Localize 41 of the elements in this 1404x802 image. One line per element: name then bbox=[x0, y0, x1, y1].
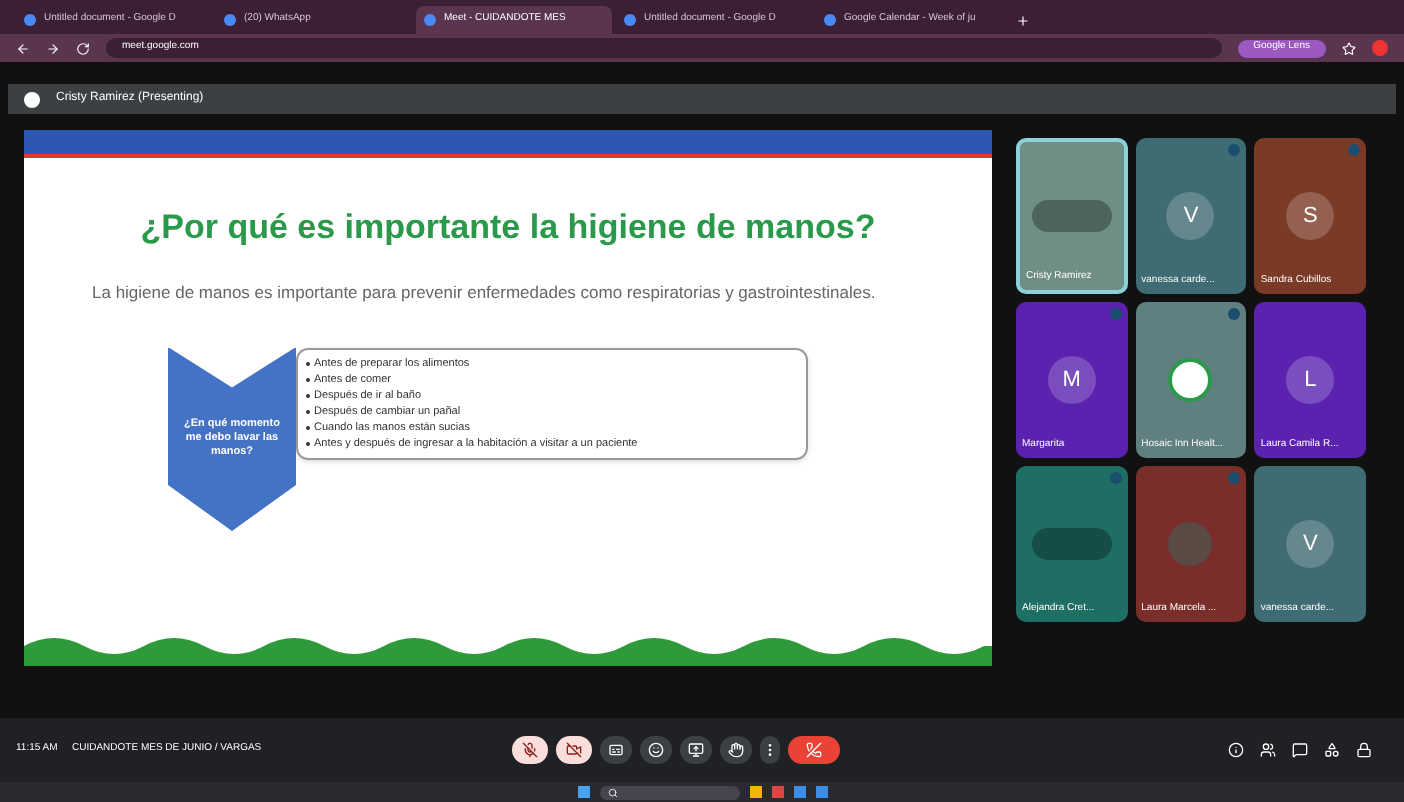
camera-button[interactable] bbox=[556, 736, 592, 764]
start-icon[interactable] bbox=[577, 786, 589, 798]
captions-button[interactable] bbox=[600, 736, 632, 764]
smiley-icon bbox=[648, 742, 664, 758]
avatar-image-placeholder bbox=[1031, 200, 1112, 232]
hand-icon bbox=[728, 742, 744, 758]
avatar-image-placeholder bbox=[1031, 528, 1112, 560]
reload-icon[interactable] bbox=[76, 41, 90, 55]
mic-off-icon bbox=[522, 742, 538, 758]
tab-favicon-icon bbox=[424, 14, 436, 26]
raise-hand-button[interactable] bbox=[720, 736, 752, 764]
presenting-icon bbox=[24, 91, 40, 107]
host-controls-icon[interactable] bbox=[1356, 742, 1372, 758]
photo-placeholder bbox=[1168, 522, 1213, 566]
tab-favicon-icon bbox=[224, 14, 236, 26]
new-tab-icon[interactable] bbox=[1016, 14, 1030, 28]
activities-icon[interactable] bbox=[1324, 742, 1340, 758]
camera-off-icon bbox=[566, 742, 582, 758]
tab-favicon-icon bbox=[624, 14, 636, 26]
tab-favicon-icon bbox=[24, 14, 36, 26]
more-options-button[interactable] bbox=[760, 736, 780, 764]
present-screen-icon bbox=[688, 742, 704, 758]
logo-avatar-icon bbox=[1168, 358, 1213, 402]
slide-title: ¿Por qué es importante la higiene de manos? bbox=[138, 206, 878, 250]
leave-call-button[interactable] bbox=[788, 736, 840, 764]
emoji-button[interactable] bbox=[640, 736, 672, 764]
hang-up-icon bbox=[806, 742, 822, 758]
chat-icon[interactable] bbox=[1292, 742, 1308, 758]
captions-icon bbox=[608, 742, 624, 758]
profile-avatar-icon[interactable] bbox=[1372, 40, 1388, 56]
people-icon[interactable] bbox=[1260, 742, 1276, 758]
mic-button[interactable] bbox=[512, 736, 548, 764]
taskbar-search-field[interactable] bbox=[599, 785, 739, 799]
tab-favicon-icon bbox=[824, 14, 836, 26]
forward-icon[interactable] bbox=[46, 41, 60, 55]
back-icon[interactable] bbox=[16, 41, 30, 55]
slide-paragraph: La higiene de manos es importante para prevenir enfermedades como respiratorias y gastrointestinales. bbox=[92, 281, 878, 303]
bookmark-icon[interactable] bbox=[1342, 41, 1356, 55]
search-icon bbox=[607, 787, 617, 797]
info-icon[interactable] bbox=[1228, 742, 1244, 758]
present-button[interactable] bbox=[680, 736, 712, 764]
